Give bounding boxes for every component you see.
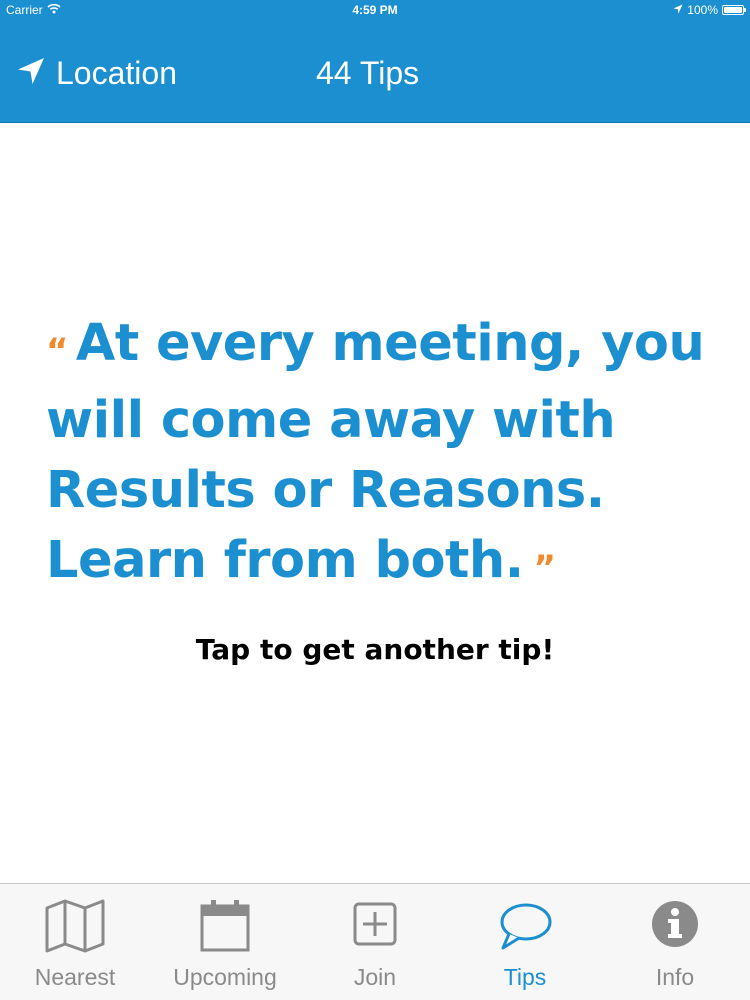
battery-icon xyxy=(722,5,746,15)
tip-text: At every meeting, you will come away wit… xyxy=(46,314,705,590)
status-right: 100% xyxy=(673,3,746,17)
header-bar: Carrier 4:59 PM 100% Location 44 Tips xyxy=(0,0,750,123)
status-bar: Carrier 4:59 PM 100% xyxy=(0,0,750,22)
location-label: Location xyxy=(56,54,177,91)
tab-bar: Nearest Upcoming Join Tips Info xyxy=(0,883,750,1000)
tab-tips[interactable]: Tips xyxy=(450,884,600,1000)
tab-label-info: Info xyxy=(655,964,695,990)
tab-label-join: Join xyxy=(353,964,397,990)
close-quote-mark: ” xyxy=(533,548,556,588)
location-arrow-icon xyxy=(16,56,46,91)
tip-quote: “At every meeting, you will come away wi… xyxy=(46,309,706,603)
battery-fill xyxy=(724,7,742,13)
tab-label-nearest: Nearest xyxy=(34,964,116,990)
tap-hint: Tap to get another tip! xyxy=(195,633,555,666)
open-quote-mark: “ xyxy=(46,331,68,371)
tips-screen: Carrier 4:59 PM 100% Location 44 Tips “ … xyxy=(0,0,750,1000)
info-icon xyxy=(645,898,705,954)
location-services-icon xyxy=(673,3,683,17)
tab-join[interactable]: Join xyxy=(300,884,450,1000)
location-button[interactable]: Location xyxy=(16,50,177,96)
tab-label-upcoming: Upcoming xyxy=(173,964,277,990)
battery-percent: 100% xyxy=(687,3,718,17)
tab-upcoming[interactable]: Upcoming xyxy=(150,884,300,1000)
speech-bubble-icon xyxy=(495,898,555,954)
map-icon xyxy=(45,898,105,954)
plus-square-icon xyxy=(345,898,405,954)
calendar-icon xyxy=(195,898,255,954)
tab-info[interactable]: Info xyxy=(600,884,750,1000)
tip-card[interactable]: “At every meeting, you will come away wi… xyxy=(0,123,750,883)
status-time: 4:59 PM xyxy=(352,3,398,17)
page-title: 44 Tips xyxy=(316,54,420,91)
tab-nearest[interactable]: Nearest xyxy=(0,884,150,1000)
tab-label-tips: Tips xyxy=(503,964,547,990)
